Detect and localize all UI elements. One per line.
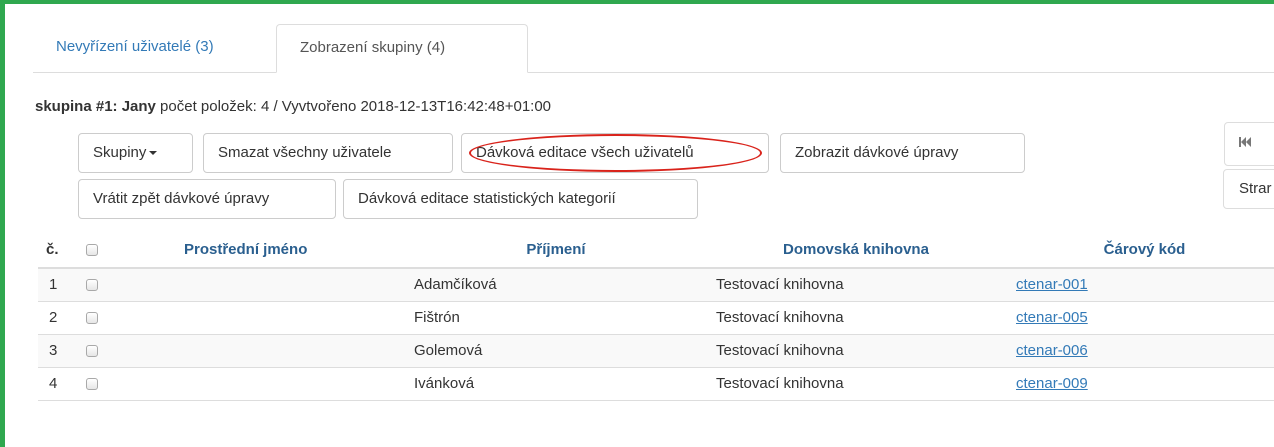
cell-barcode: ctenar-001 <box>1006 268 1274 301</box>
col-header-barcode[interactable]: Čárový kód <box>1006 232 1274 269</box>
revert-batch-changes-button[interactable]: Vrátit zpět dávkové úpravy <box>78 179 336 219</box>
cell-middle-name <box>116 333 406 367</box>
group-name: skupina #1: Jany <box>35 98 156 115</box>
table-row: 2 Fištrón Testovací knihovna ctenar-005 <box>38 300 1274 334</box>
group-detail: počet položek: 4 / Vyvtvořeno 2018-12-13… <box>155 98 552 115</box>
cell-num: 3 <box>38 333 76 367</box>
batch-edit-all-users-button[interactable]: Dávková editace všech uživatelů <box>461 133 769 173</box>
cell-surname: Adamčíková <box>406 268 706 301</box>
col-header-num[interactable]: č. <box>38 232 76 269</box>
barcode-link[interactable]: ctenar-005 <box>1016 309 1088 326</box>
tab-pending-users[interactable]: Nevyřízení uživatelé (3) <box>33 24 276 72</box>
cell-library: Testovací knihovna <box>706 333 1006 367</box>
cell-surname: Fištrón <box>406 300 706 334</box>
col-header-select <box>76 232 116 269</box>
cell-barcode: ctenar-009 <box>1006 366 1274 401</box>
cell-surname: Ivánková <box>406 366 706 401</box>
col-header-library[interactable]: Domovská knihovna <box>706 232 1006 269</box>
cell-middle-name <box>116 366 406 401</box>
cell-num: 1 <box>38 268 76 301</box>
caret-down-icon <box>149 151 158 156</box>
pager-page-label: Strar <box>1223 169 1274 209</box>
cell-num: 4 <box>38 366 76 401</box>
delete-all-users-button[interactable]: Smazat všechny uživatele <box>203 133 453 173</box>
cell-library: Testovací knihovna <box>706 366 1006 401</box>
cell-select <box>76 300 116 334</box>
groups-dropdown-button[interactable]: Skupiny <box>78 133 193 173</box>
table-header-row: č. Prostřední jméno Příjmení Domovská kn… <box>38 232 1274 269</box>
cell-library: Testovací knihovna <box>706 268 1006 301</box>
tab-group-view[interactable]: Zobrazení skupiny (4) <box>276 24 528 73</box>
table-row: 3 Golemová Testovací knihovna ctenar-006 <box>38 333 1274 367</box>
cell-middle-name <box>116 268 406 301</box>
cell-select <box>76 333 116 367</box>
cell-barcode: ctenar-005 <box>1006 300 1274 334</box>
row-checkbox[interactable] <box>86 345 98 358</box>
row-checkbox[interactable] <box>86 279 98 292</box>
barcode-link[interactable]: ctenar-006 <box>1016 342 1088 359</box>
cell-middle-name <box>116 300 406 334</box>
app-frame: Nevyřízení uživatelé (3) Zobrazení skupi… <box>0 0 1274 447</box>
col-header-surname[interactable]: Příjmení <box>406 232 706 269</box>
col-header-middle-name[interactable]: Prostřední jméno <box>116 232 406 269</box>
groups-dropdown-label: Skupiny <box>93 144 147 161</box>
cell-barcode: ctenar-006 <box>1006 333 1274 367</box>
table-row: 1 Adamčíková Testovací knihovna ctenar-0… <box>38 268 1274 301</box>
cell-select <box>76 268 116 301</box>
cell-surname: Golemová <box>406 333 706 367</box>
barcode-link[interactable]: ctenar-009 <box>1016 375 1088 392</box>
group-info: skupina #1: Jany počet položek: 4 / Vyvt… <box>35 98 551 115</box>
first-page-icon <box>1239 137 1251 147</box>
tab-bar: Nevyřízení uživatelé (3) Zobrazení skupi… <box>33 18 1274 73</box>
cell-num: 2 <box>38 300 76 334</box>
table-row: 4 Ivánková Testovací knihovna ctenar-009 <box>38 366 1274 401</box>
select-all-checkbox[interactable] <box>86 244 98 257</box>
row-checkbox[interactable] <box>86 312 98 325</box>
pager-first-button[interactable] <box>1224 122 1274 166</box>
barcode-link[interactable]: ctenar-001 <box>1016 276 1088 293</box>
show-batch-changes-button[interactable]: Zobrazit dávkové úpravy <box>780 133 1025 173</box>
cell-library: Testovací knihovna <box>706 300 1006 334</box>
group-users-table: č. Prostřední jméno Příjmení Domovská kn… <box>38 232 1274 401</box>
row-checkbox[interactable] <box>86 378 98 391</box>
cell-select <box>76 366 116 401</box>
batch-edit-stat-categories-button[interactable]: Dávková editace statistických kategorií <box>343 179 698 219</box>
